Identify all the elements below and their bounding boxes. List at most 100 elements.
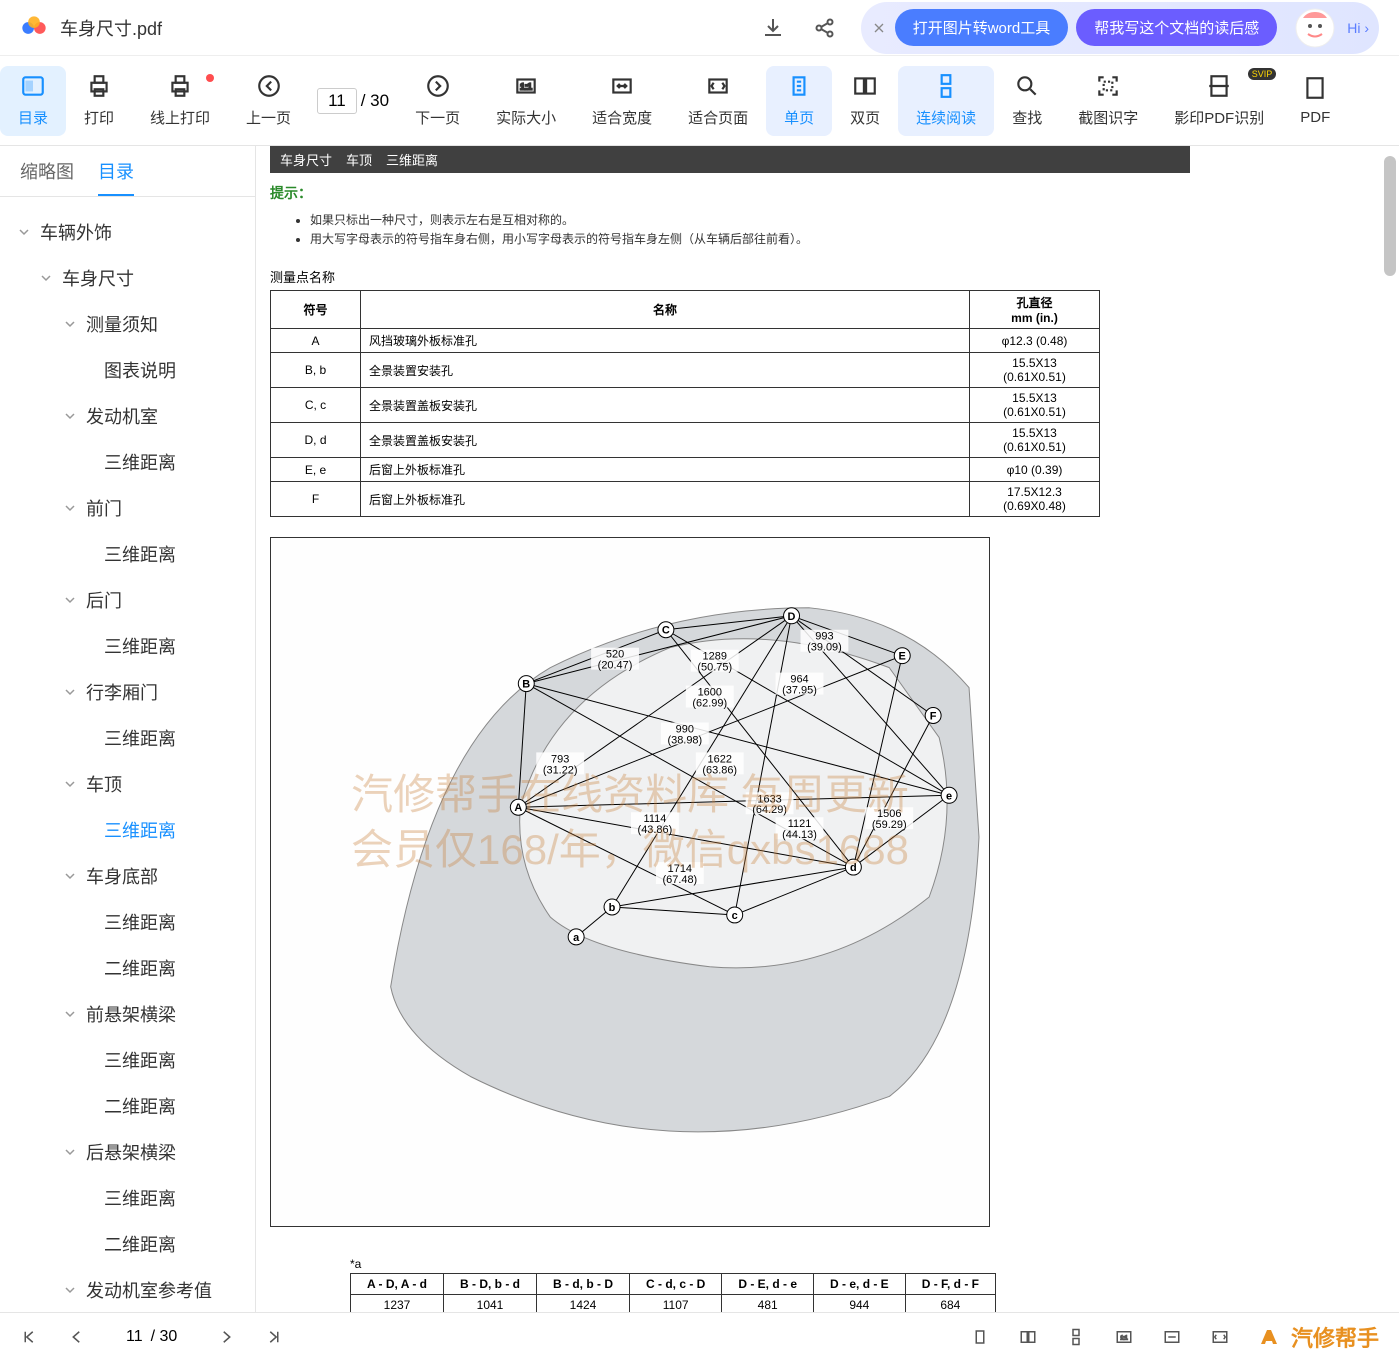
summary-button[interactable]: 帮我写这个文档的读后感	[1076, 9, 1277, 46]
tree-item-10[interactable]: 行李厢门	[8, 669, 247, 715]
tree-item-18[interactable]: 三维距离	[8, 1037, 247, 1083]
svg-text:(50.75): (50.75)	[697, 662, 732, 674]
svg-text:e: e	[946, 790, 952, 802]
footer-page-indicator: 11/ 30	[126, 1328, 177, 1346]
catalog-icon	[20, 73, 46, 99]
prev-page-footer-icon[interactable]	[68, 1328, 86, 1346]
avatar-icon[interactable]	[1295, 8, 1335, 48]
print-icon	[86, 73, 112, 99]
fit-width-button[interactable]: 适合宽度	[574, 66, 670, 136]
tree-item-13[interactable]: 三维距离	[8, 807, 247, 853]
brand-icon	[1259, 1326, 1287, 1348]
chevron-down-icon	[18, 226, 30, 238]
tree-item-2[interactable]: 测量须知	[8, 301, 247, 347]
tree-item-6[interactable]: 前门	[8, 485, 247, 531]
catalog-button[interactable]: 目录	[0, 66, 66, 136]
single-page-icon	[786, 73, 812, 99]
prev-icon	[256, 73, 282, 99]
outline-tree: 车辆外饰车身尺寸测量须知图表说明发动机室三维距离前门三维距离后门三维距离行李厢门…	[0, 197, 255, 1312]
double-page-button[interactable]: 双页	[832, 66, 898, 136]
convert-word-button[interactable]: 打开图片转word工具	[895, 9, 1069, 46]
tree-item-16[interactable]: 二维距离	[8, 945, 247, 991]
fit-page-button[interactable]: 适合页面	[670, 66, 766, 136]
zoom-11-icon[interactable]: 1:1	[1115, 1328, 1133, 1346]
svg-text:1:1: 1:1	[520, 81, 532, 91]
tab-thumbnail[interactable]: 缩略图	[20, 158, 74, 196]
last-page-icon[interactable]	[265, 1328, 283, 1346]
car-roof-diagram: ABCDEFabcde 520(20.47)1289(50.75)993(39.…	[270, 537, 990, 1227]
tree-item-19[interactable]: 二维距离	[8, 1083, 247, 1129]
document-title: 车身尺寸.pdf	[60, 15, 162, 41]
svg-text:(59.29): (59.29)	[872, 819, 907, 831]
close-icon[interactable]	[871, 20, 887, 36]
view-double-icon[interactable]	[1019, 1328, 1037, 1346]
tree-item-22[interactable]: 二维距离	[8, 1221, 247, 1267]
tree-item-20[interactable]: 后悬架横梁	[8, 1129, 247, 1175]
search-button[interactable]: 查找	[994, 66, 1060, 136]
svg-text:(43.86): (43.86)	[638, 824, 673, 836]
tree-item-8[interactable]: 后门	[8, 577, 247, 623]
sidebar: 缩略图 目录 车辆外饰车身尺寸测量须知图表说明发动机室三维距离前门三维距离后门三…	[0, 146, 256, 1312]
chevron-down-icon	[64, 1146, 76, 1158]
tree-item-3[interactable]: 图表说明	[8, 347, 247, 393]
chevron-down-icon	[40, 272, 52, 284]
view-continuous-icon[interactable]	[1067, 1328, 1085, 1346]
svg-text:d: d	[850, 862, 857, 874]
ocr-icon	[1095, 73, 1121, 99]
tree-item-7[interactable]: 三维距离	[8, 531, 247, 577]
svg-text:(38.98): (38.98)	[667, 734, 702, 746]
tree-item-5[interactable]: 三维距离	[8, 439, 247, 485]
prev-page-button[interactable]: 上一页	[228, 66, 309, 136]
svg-text:(44.13): (44.13)	[782, 829, 817, 841]
chevron-down-icon	[64, 594, 76, 606]
fit-page-icon	[705, 73, 731, 99]
tab-catalog[interactable]: 目录	[98, 158, 134, 196]
scrollbar[interactable]	[1379, 146, 1399, 1312]
tree-item-17[interactable]: 前悬架横梁	[8, 991, 247, 1037]
svg-text:a: a	[573, 932, 580, 944]
tree-item-11[interactable]: 三维距离	[8, 715, 247, 761]
scan-pdf-button[interactable]: SVIP 影印PDF识别	[1156, 66, 1282, 136]
zoom-fitw-icon[interactable]	[1163, 1328, 1181, 1346]
chevron-down-icon	[64, 1008, 76, 1020]
app-logo-icon	[20, 14, 48, 42]
tree-item-4[interactable]: 发动机室	[8, 393, 247, 439]
pdf-more-button[interactable]: PDF	[1282, 66, 1338, 136]
online-print-button[interactable]: 线上打印	[132, 66, 228, 136]
svg-text:E: E	[899, 651, 906, 663]
chevron-down-icon	[64, 870, 76, 882]
share-icon[interactable]	[813, 16, 837, 40]
svip-badge: SVIP	[1248, 68, 1277, 80]
ocr-button[interactable]: 截图识字	[1060, 66, 1156, 136]
points-section-title: 测量点名称	[270, 267, 1190, 286]
download-icon[interactable]	[761, 16, 785, 40]
assistant-pills: 打开图片转word工具 帮我写这个文档的读后感 Hi ›	[861, 2, 1379, 54]
svg-text:D: D	[788, 611, 796, 623]
tree-item-15[interactable]: 三维距离	[8, 899, 247, 945]
svg-text:(31.22): (31.22)	[543, 764, 578, 776]
print-button[interactable]: 打印	[66, 66, 132, 136]
document-viewport[interactable]: 车身尺寸车顶三维距离 提示： 如果只标出一种尺寸，则表示左右是互相对称的。用大写…	[256, 146, 1399, 1312]
double-page-icon	[852, 73, 878, 99]
tree-item-1[interactable]: 车身尺寸	[8, 255, 247, 301]
page-number-input[interactable]: 11	[317, 88, 357, 114]
tree-item-12[interactable]: 车顶	[8, 761, 247, 807]
distance-table: A - D, A - dB - D, b - dB - d, b - DC - …	[350, 1273, 996, 1312]
tree-item-0[interactable]: 车辆外饰	[8, 209, 247, 255]
single-page-button[interactable]: 单页	[766, 66, 832, 136]
tree-item-14[interactable]: 车身底部	[8, 853, 247, 899]
continuous-button[interactable]: 连续阅读	[898, 66, 994, 136]
zoom-fitp-icon[interactable]	[1211, 1328, 1229, 1346]
tree-item-9[interactable]: 三维距离	[8, 623, 247, 669]
tree-item-23[interactable]: 发动机室参考值	[8, 1267, 247, 1312]
next-page-button[interactable]: 下一页	[397, 66, 478, 136]
view-single-icon[interactable]	[971, 1328, 989, 1346]
actual-size-button[interactable]: 1:1 实际大小	[478, 66, 574, 136]
svg-text:b: b	[609, 902, 616, 914]
next-page-footer-icon[interactable]	[217, 1328, 235, 1346]
svg-text:C: C	[662, 625, 670, 637]
first-page-icon[interactable]	[20, 1328, 38, 1346]
svg-text:(62.99): (62.99)	[692, 698, 727, 710]
tree-item-21[interactable]: 三维距离	[8, 1175, 247, 1221]
hi-label: Hi ›	[1347, 20, 1369, 36]
